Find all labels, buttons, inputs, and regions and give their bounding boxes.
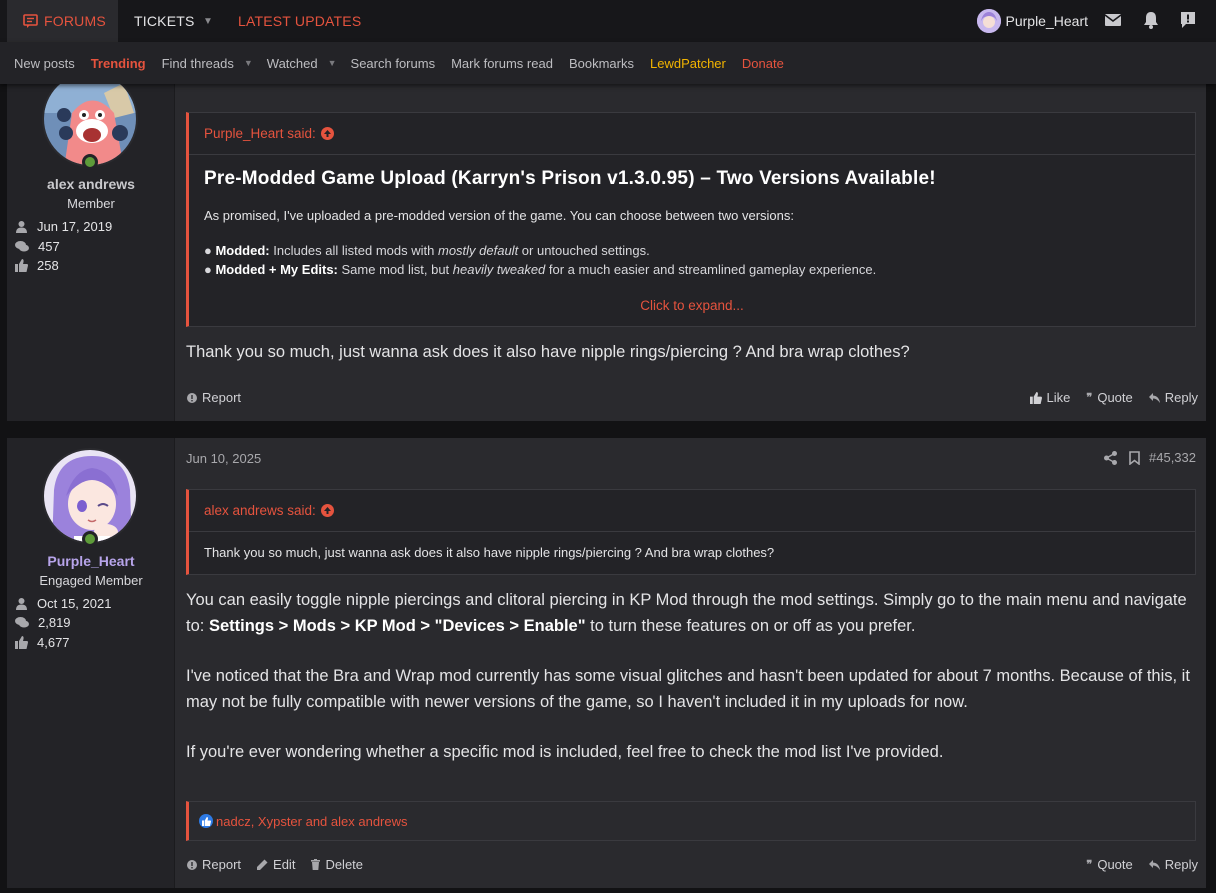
top-navigation: FORUMS TICKETS ▼ LATEST UPDATES Purple_H… [0, 0, 1216, 42]
reacted-users[interactable]: nadcz, Xypster and alex andrews [216, 814, 408, 829]
quote-button[interactable]: ❞ Quote [1086, 857, 1132, 872]
reaction-score: 4,677 [15, 635, 70, 650]
bell-icon[interactable] [1141, 10, 1161, 30]
nav-watched[interactable]: Watched [267, 56, 318, 71]
post-message: Thank you so much, just wanna ask does i… [186, 343, 910, 361]
post-actions-right: Like ❞ Quote Reply [1029, 390, 1198, 405]
tab-latest-updates[interactable]: LATEST UPDATES [238, 0, 361, 42]
report-icon [187, 859, 197, 870]
quote-icon: ❞ [1086, 392, 1093, 404]
thumbs-up-icon [15, 259, 28, 272]
like-reaction-icon [199, 814, 213, 828]
online-indicator [82, 154, 98, 170]
user-title: Member [67, 196, 115, 211]
message-paragraph: I've noticed that the Bra and Wrap mod c… [186, 667, 1190, 711]
post-content: Purple_Heart said: Pre-Modded Game Uploa… [175, 84, 1206, 421]
forums-icon [23, 14, 38, 28]
quote-paragraph: As promised, I've uploaded a pre-modded … [204, 208, 795, 223]
nav-find-threads[interactable]: Find threads [162, 56, 234, 71]
quote-header[interactable]: alex andrews said: [189, 490, 1195, 532]
share-icon[interactable] [1104, 450, 1117, 465]
messages-icon [15, 241, 29, 252]
nav-trending[interactable]: Trending [91, 56, 146, 71]
quote-title: Pre-Modded Game Upload (Karryn's Prison … [204, 168, 936, 189]
post-meta: #45,332 [1104, 450, 1196, 465]
joined-date: Oct 15, 2021 [15, 596, 111, 611]
user-sidebar: Purple_Heart Engaged Member Oct 15, 2021… [7, 438, 175, 888]
post-actions-left: Report Edit Delete [187, 857, 379, 872]
post-number[interactable]: #45,332 [1149, 450, 1196, 465]
quote-block: alex andrews said: Thank you so much, ju… [186, 489, 1196, 575]
nav-search-forums[interactable]: Search forums [351, 56, 436, 71]
post: alex andrews Member Jun 17, 2019 457 258… [7, 71, 1206, 421]
message-paragraph: If you're ever wondering whether a speci… [186, 743, 944, 761]
quote-bullet: ● Modded + My Edits: Same mod list, but … [204, 262, 877, 277]
quote-header[interactable]: Purple_Heart said: [189, 113, 1195, 155]
thumbs-up-icon [1029, 391, 1042, 404]
post-content: Jun 10, 2025 #45,332 alex andrews said: … [175, 438, 1206, 888]
sub-navigation: New posts Trending Find threads ▼ Watche… [0, 42, 1216, 84]
user-icon [16, 598, 27, 610]
arrow-up-icon[interactable] [320, 127, 334, 140]
message-count: 457 [15, 239, 60, 254]
quote-body: Pre-Modded Game Upload (Karryn's Prison … [189, 168, 1195, 277]
report-button[interactable]: Report [187, 857, 241, 872]
nav-new-posts[interactable]: New posts [14, 56, 75, 71]
author-name[interactable]: alex andrews [7, 176, 175, 192]
edit-button[interactable]: Edit [257, 857, 295, 872]
post-actions-right: ❞ Quote Reply [1086, 857, 1198, 872]
nav-bookmarks[interactable]: Bookmarks [569, 56, 634, 71]
message-count: 2,819 [15, 615, 71, 630]
user-icon [16, 221, 27, 233]
author-name[interactable]: Purple_Heart [7, 553, 175, 569]
post-date[interactable]: Jun 10, 2025 [186, 451, 261, 466]
username: Purple_Heart [1005, 13, 1089, 29]
message-paragraph: You can easily toggle nipple piercings a… [186, 591, 1187, 635]
quote-button[interactable]: ❞ Quote [1086, 390, 1132, 405]
quote-body: Thank you so much, just wanna ask does i… [204, 545, 775, 560]
avatar [976, 9, 1001, 33]
online-indicator [82, 531, 98, 547]
chevron-down-icon[interactable]: ▼ [328, 58, 337, 68]
delete-icon [311, 859, 321, 870]
chevron-down-icon[interactable]: ▼ [203, 0, 213, 42]
avatar[interactable] [42, 448, 138, 544]
reply-icon [1148, 859, 1160, 870]
reactions-bar[interactable]: nadcz, Xypster and alex andrews [186, 801, 1196, 841]
delete-button[interactable]: Delete [311, 857, 363, 872]
tab-forums[interactable]: FORUMS [7, 0, 118, 42]
reply-icon [1148, 392, 1160, 403]
report-icon [187, 392, 197, 403]
reply-button[interactable]: Reply [1148, 390, 1198, 405]
tab-forums-label: FORUMS [44, 13, 106, 29]
joined-date: Jun 17, 2019 [15, 219, 112, 234]
quote-block: Purple_Heart said: Pre-Modded Game Uploa… [186, 112, 1196, 327]
quote-bullet: ● Modded: Includes all listed mods with … [204, 243, 650, 258]
mail-icon[interactable] [1103, 10, 1123, 30]
tab-tickets[interactable]: TICKETS [134, 0, 195, 42]
thumbs-up-icon [15, 636, 28, 649]
arrow-up-icon[interactable] [320, 504, 334, 517]
post-actions-left: Report [187, 390, 257, 405]
user-title: Engaged Member [39, 573, 143, 588]
nav-donate[interactable]: Donate [742, 56, 784, 71]
nav-lewdpatcher[interactable]: LewdPatcher [650, 56, 726, 71]
click-to-expand[interactable]: Click to expand... [189, 298, 1195, 313]
reply-button[interactable]: Reply [1148, 857, 1198, 872]
messages-icon [15, 617, 29, 628]
user-sidebar: alex andrews Member Jun 17, 2019 457 258 [7, 71, 175, 421]
bookmark-icon[interactable] [1129, 450, 1140, 465]
quote-icon: ❞ [1086, 859, 1093, 871]
user-menu[interactable]: Purple_Heart [976, 6, 1089, 36]
avatar[interactable] [42, 71, 138, 167]
post: Purple_Heart Engaged Member Oct 15, 2021… [7, 438, 1206, 888]
edit-icon [257, 859, 268, 870]
like-button[interactable]: Like [1029, 390, 1070, 405]
report-button[interactable]: Report [187, 390, 241, 405]
nav-mark-forums-read[interactable]: Mark forums read [451, 56, 553, 71]
chevron-down-icon[interactable]: ▼ [244, 58, 253, 68]
reaction-score: 258 [15, 258, 59, 273]
alert-icon[interactable] [1178, 10, 1198, 30]
post-message: You can easily toggle nipple piercings a… [186, 588, 1196, 766]
